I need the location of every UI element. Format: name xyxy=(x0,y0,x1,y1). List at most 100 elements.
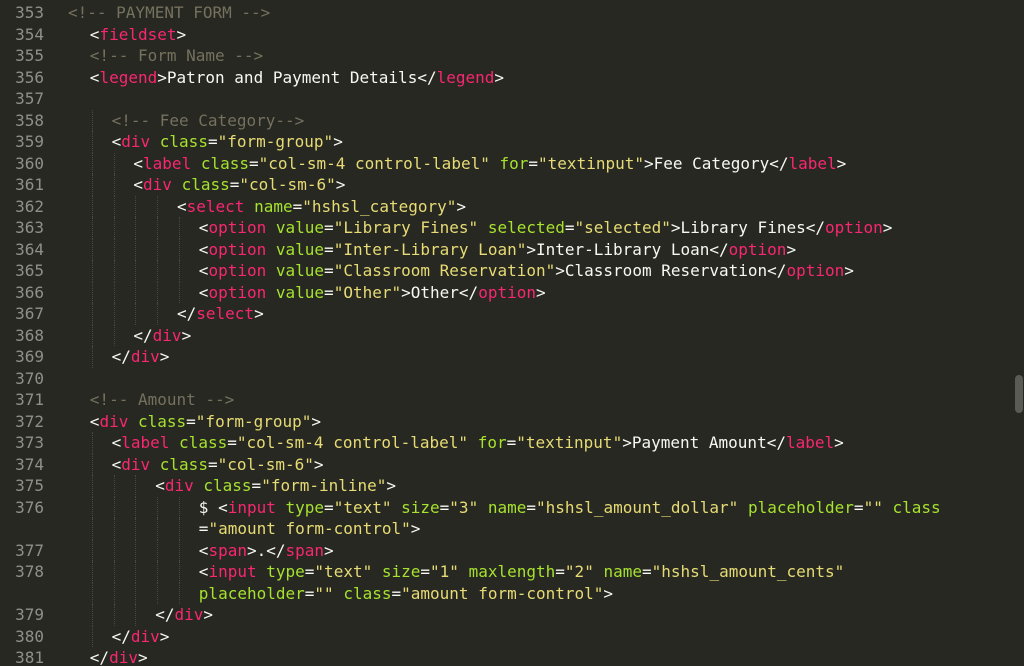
code-line[interactable]: 366 <option value="Other">Other</option> xyxy=(0,281,1024,303)
code-line[interactable]: 381 </div> xyxy=(0,647,1024,666)
indent-guide xyxy=(113,217,115,239)
code-line[interactable]: 375 <div class="form-inline"> xyxy=(0,475,1024,497)
line-number: 361 xyxy=(15,175,44,194)
code-line[interactable]: 355 <!-- Form Name --> xyxy=(0,45,1024,66)
line-number: 353 xyxy=(15,3,44,22)
code-line[interactable]: 363 <option value="Library Fines" selecte… xyxy=(0,217,1024,239)
code-line[interactable]: 360 <label class="col-sm-4 control-label"… xyxy=(0,152,1024,174)
code-line[interactable]: 365 <option value="Classroom Reservation"… xyxy=(0,260,1024,282)
line-number: 360 xyxy=(15,153,44,173)
code-line[interactable]: 356 <legend>Patron and Payment Details</l… xyxy=(0,67,1024,88)
indent-guide xyxy=(135,582,137,604)
code-content: </div> xyxy=(112,346,170,367)
attribute-token: placeholder xyxy=(198,583,305,603)
code-line[interactable]: 373 <label class="col-sm-4 control-label"… xyxy=(0,432,1024,454)
indent-guide xyxy=(91,109,93,131)
code-line[interactable]: 357 xyxy=(0,88,1024,109)
tag-token: option xyxy=(208,282,267,302)
code-line[interactable]: 369 </div> xyxy=(0,346,1024,368)
code-editor[interactable]: 353 <!-- PAYMENT FORM --> 354 <fieldset> 355… xyxy=(0,0,1024,666)
code-line[interactable]: 353 <!-- PAYMENT FORM --> xyxy=(0,2,1024,23)
tag-token: div xyxy=(164,476,194,495)
indent-guide xyxy=(91,303,93,325)
code-line[interactable]: 364 <option value="Inter-Library Loan">In… xyxy=(0,238,1024,260)
code-line[interactable]: 380 </div> xyxy=(0,625,1024,647)
tag-token: div xyxy=(109,648,138,666)
tag-token: fieldset xyxy=(99,24,177,44)
code-line[interactable]: 361 <div class="col-sm-6"> xyxy=(0,174,1024,196)
code-line[interactable]: 378 <input type="text" size="1" maxlength… xyxy=(0,561,1024,583)
text-token: > xyxy=(844,261,854,280)
text-token: </ xyxy=(155,605,175,624)
code-content: <input type="text" size="1" maxlength="2… xyxy=(199,561,845,582)
code-line[interactable]: 379 </div> xyxy=(0,604,1024,626)
attribute-token: value xyxy=(275,261,325,280)
text-token: = xyxy=(439,497,450,517)
attribute-token: class xyxy=(343,583,392,603)
code-line[interactable]: 377 <span>.</span> xyxy=(0,539,1024,561)
code-line[interactable]: 370 xyxy=(0,368,1024,389)
attribute-token: maxlength xyxy=(468,562,556,581)
indent-guide xyxy=(157,582,159,604)
attribute-token: name xyxy=(603,562,642,581)
vertical-scrollbar[interactable] xyxy=(1015,375,1023,413)
text-token: </ xyxy=(111,626,131,646)
code-content: placeholder="" class="amount form-contro… xyxy=(199,583,613,604)
indent-guide xyxy=(113,539,115,561)
tag-token: legend xyxy=(99,67,158,87)
string-token: "hshsl_amount_cents" xyxy=(651,562,845,581)
indent-guide xyxy=(91,539,93,561)
code-line[interactable]: 372 <div class="form-group"> xyxy=(0,411,1024,432)
string-token: "form-inline" xyxy=(261,476,387,495)
indent-guide xyxy=(157,195,159,217)
string-token: "" xyxy=(863,497,883,517)
code-content: <span>.</span> xyxy=(199,540,334,561)
code-line[interactable]: 358 <!-- Fee Category--> xyxy=(0,109,1024,131)
code-area[interactable]: 353 <!-- PAYMENT FORM --> 354 <fieldset> 355… xyxy=(0,0,1024,666)
indent-guide xyxy=(179,238,180,260)
text-token: > xyxy=(456,196,467,216)
indent-guide xyxy=(157,260,159,282)
indent-guide xyxy=(157,561,159,583)
indent-guide xyxy=(179,561,180,583)
code-line[interactable]: 376 $ <input type="text" size="3" name="h… xyxy=(0,496,1024,518)
line-number: 381 xyxy=(15,648,44,666)
text-token: > xyxy=(335,175,346,194)
text-token: >Payment Amount</ xyxy=(622,433,786,452)
text-token: = xyxy=(526,497,537,517)
code-line[interactable]: 362 <select name="hshsl_category"> xyxy=(0,195,1024,217)
code-line[interactable]: 354 <fieldset> xyxy=(0,24,1024,45)
tag-token: option xyxy=(824,218,883,237)
code-line[interactable]: 368 </div> xyxy=(0,324,1024,346)
tag-token: select xyxy=(186,196,245,216)
text-token: > xyxy=(494,67,505,87)
code-line[interactable]: placeholder="" class="amount form-contro… xyxy=(0,582,1024,604)
code-content: <!-- Form Name --> xyxy=(90,45,263,66)
text-token: > xyxy=(137,648,148,666)
indent-guide xyxy=(91,217,93,239)
line-number: 365 xyxy=(15,261,44,280)
text-token: > xyxy=(333,132,343,151)
code-line[interactable]: 374 <div class="col-sm-6"> xyxy=(0,453,1024,475)
line-number: 355 xyxy=(15,46,44,65)
text-token: = xyxy=(251,476,262,495)
indent-guide xyxy=(113,561,115,583)
code-line[interactable]: 367 </select> xyxy=(0,303,1024,325)
text-token: = xyxy=(304,562,315,581)
text-token: = xyxy=(564,218,575,237)
code-line[interactable]: 371 <!-- Amount --> xyxy=(0,389,1024,410)
text-token: = xyxy=(324,239,334,259)
code-line[interactable]: ="amount form-control"> xyxy=(0,518,1024,540)
text-token: > xyxy=(786,239,797,259)
indent-guide xyxy=(135,561,137,583)
code-line[interactable]: 359 <div class="form-group"> xyxy=(0,131,1024,153)
text-token: > xyxy=(834,433,844,452)
line-number: 356 xyxy=(15,67,44,87)
text-token: < xyxy=(198,239,209,259)
